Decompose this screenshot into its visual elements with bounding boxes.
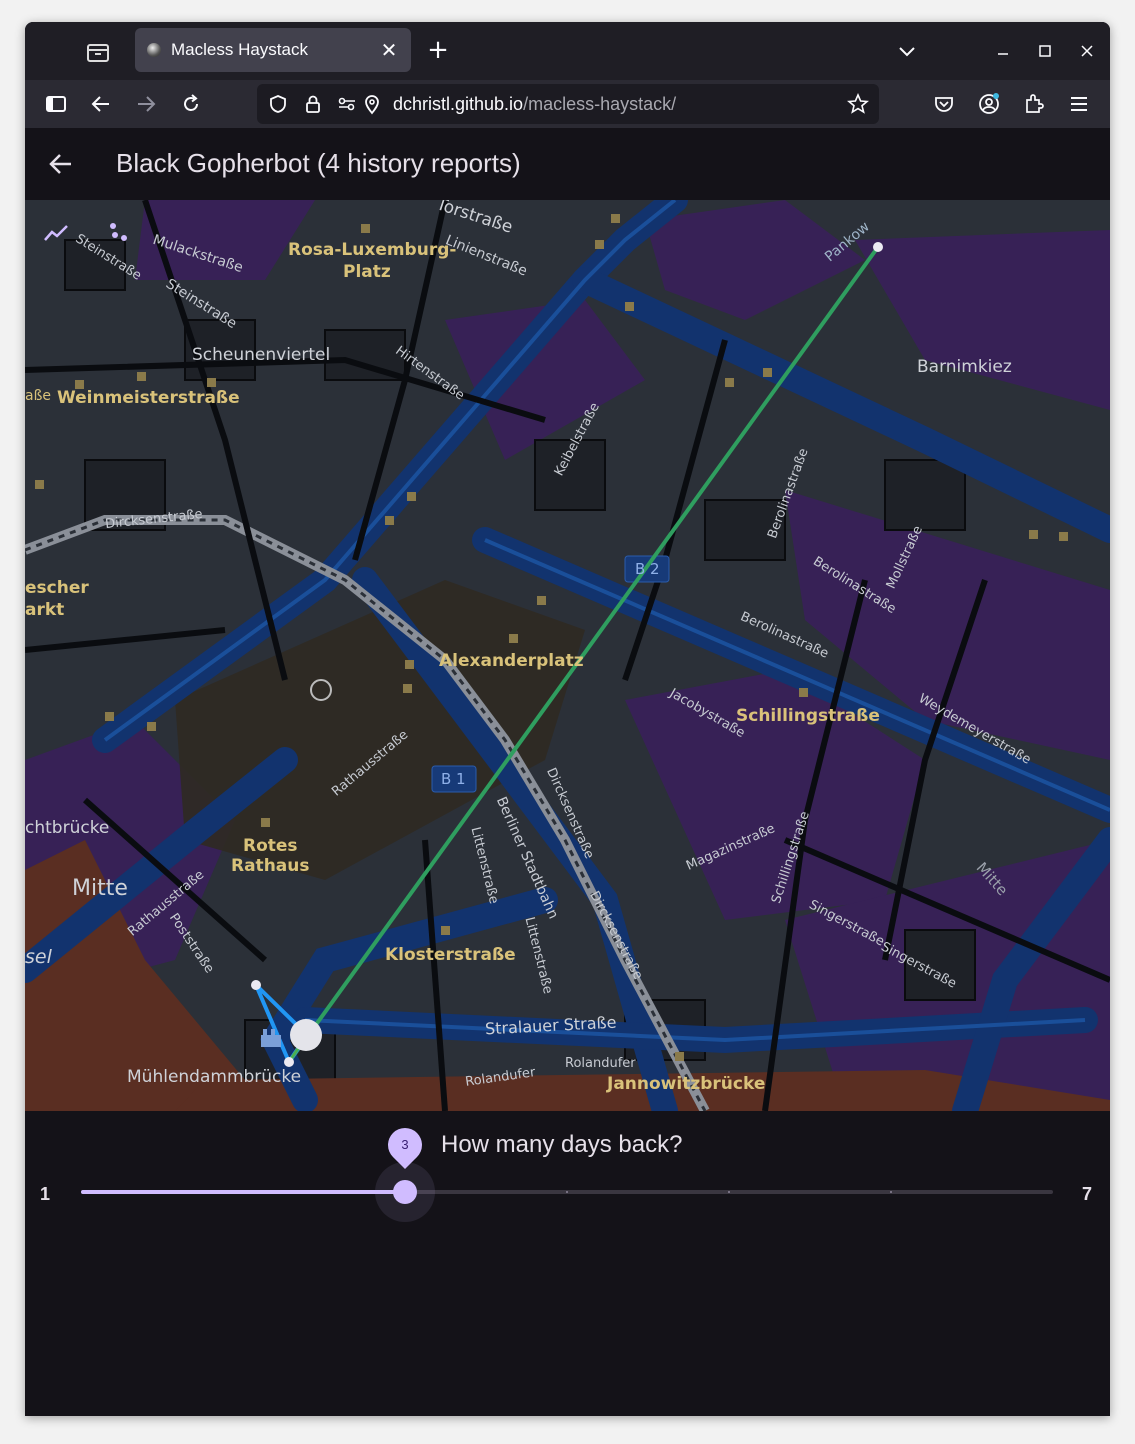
url-text[interactable]: dchristl.github.io/macless-haystack/ [393,94,676,115]
reload-icon[interactable] [179,92,203,116]
map-label: Weinmeisterstraße [57,388,240,408]
forward-icon[interactable] [134,92,158,116]
lock-icon[interactable] [302,93,324,115]
app-bar: Black Gopherbot (4 history reports) [25,128,1110,200]
map-label: aße [25,388,52,404]
days-back-panel: How many days back? 1 7 3 [25,1111,1110,1416]
pocket-icon[interactable] [932,92,956,116]
slider-max-label: 7 [1082,1184,1093,1204]
map-label: Mitte [72,876,128,901]
browser-window: Macless Haystack ✕ + dchristl.github.io/… [25,22,1110,1416]
map-label: chtbrücke [25,818,110,838]
map-label: Scheunenviertel [192,345,331,365]
map-label: arkt [25,600,65,620]
url-path: /macless-haystack/ [523,94,677,114]
slider-tick [890,1191,892,1193]
firefox-view-icon[interactable] [85,39,111,65]
sidebar-icon[interactable] [44,92,68,116]
tab-title: Macless Haystack [171,40,308,59]
back-arrow-icon[interactable] [47,150,75,178]
road-shield-b1: B 1 [441,770,466,788]
history-point-marker[interactable] [873,242,883,252]
tracking-protection-icon[interactable] [267,93,289,115]
map-view[interactable]: Torstraße Steinstraße Mulackstraße Rosa-… [25,200,1110,1111]
page-title: Black Gopherbot (4 history reports) [116,148,521,178]
minimize-icon[interactable] [991,39,1015,63]
days-back-slider[interactable]: 3 [81,1120,1053,1222]
map-label: Rosa-Luxemburg- [288,240,457,260]
map-label: Mühlendammbrücke [127,1067,302,1087]
slider-min-label: 1 [40,1184,51,1204]
road-shield-b2: B 2 [635,560,660,578]
map-label: Rathaus [231,856,310,876]
extensions-icon[interactable] [1022,92,1046,116]
list-tabs-icon[interactable] [895,39,919,63]
history-point-marker[interactable] [284,1057,294,1067]
favicon-icon [147,43,161,57]
browser-tab[interactable]: Macless Haystack ✕ [135,28,411,72]
map-label: Jannowitzbrücke [607,1074,766,1094]
map-label: sel [25,946,52,968]
back-icon[interactable] [89,92,113,116]
bookmark-star-icon[interactable] [847,93,869,115]
map-label: Alexanderplatz [439,651,584,671]
current-location-marker[interactable] [290,1019,322,1051]
maximize-icon[interactable] [1033,39,1057,63]
url-bar[interactable]: dchristl.github.io/macless-haystack/ [257,84,879,124]
polyline-icon[interactable] [43,220,69,246]
map-label: Rolandufer [565,1056,636,1071]
slider-tick [728,1191,730,1193]
close-tab-icon[interactable]: ✕ [377,38,401,62]
tab-strip: Macless Haystack ✕ + [25,22,1110,80]
slider-active-track [81,1190,405,1194]
menu-icon[interactable] [1067,92,1091,116]
map-label: escher [25,578,89,598]
slider-thumb[interactable] [393,1180,417,1204]
map-label: Klosterstraße [385,945,516,965]
location-icon[interactable] [361,93,383,115]
slider-label: How many days back? [441,1131,683,1158]
slider-tick [566,1191,568,1193]
account-icon[interactable] [977,92,1001,116]
map-label: Schillingstraße [736,706,880,726]
map-label: Rotes [243,836,298,856]
map-label: Platz [343,262,391,282]
permissions-icon[interactable] [336,93,358,115]
url-domain: dchristl.github.io [393,94,524,114]
navigation-toolbar: dchristl.github.io/macless-haystack/ [25,80,1110,128]
close-window-icon[interactable] [1075,39,1099,63]
new-tab-icon[interactable]: + [425,37,451,64]
scatter-icon[interactable] [105,220,131,246]
slider-value-text: 3 [401,1137,409,1152]
map-label: Barnimkiez [917,357,1012,377]
history-point-marker[interactable] [251,980,261,990]
